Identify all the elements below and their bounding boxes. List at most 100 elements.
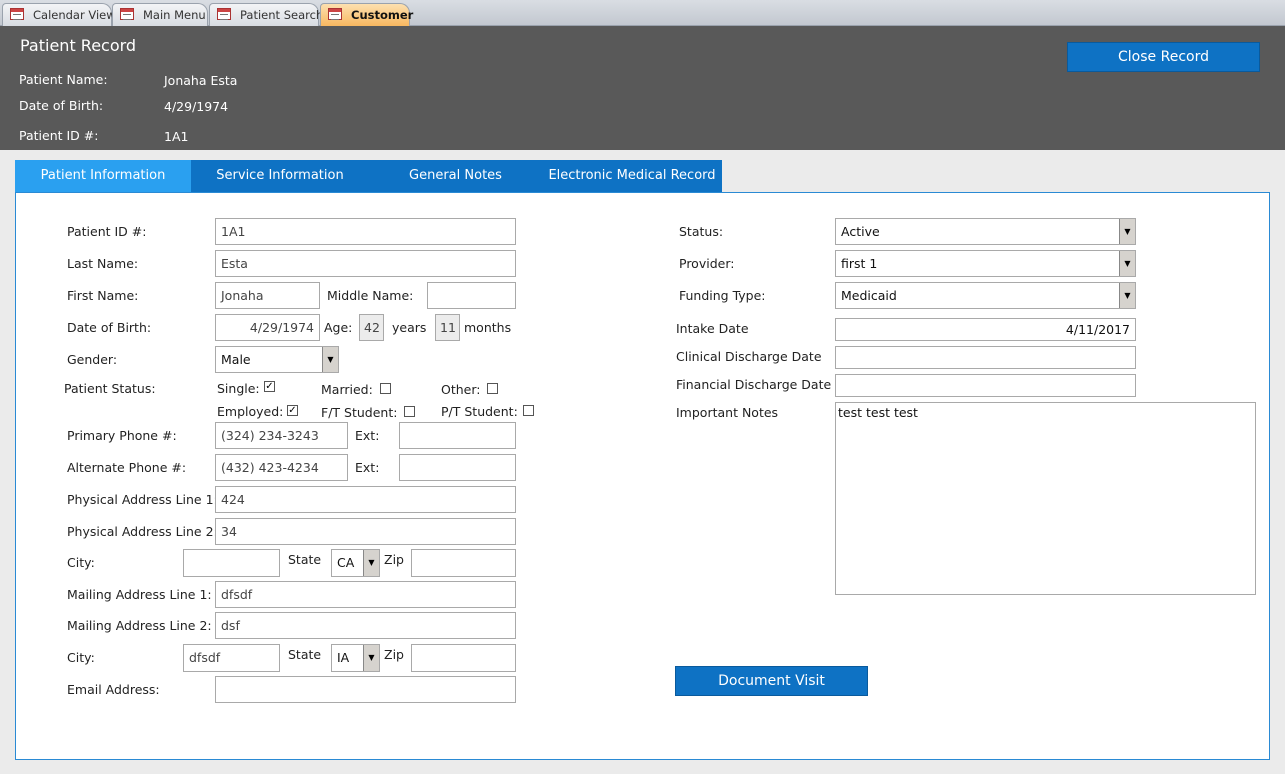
pt-student-checkbox[interactable] xyxy=(523,405,534,416)
other-label: Other: xyxy=(441,382,481,397)
gender-label: Gender: xyxy=(67,352,118,367)
mailing-address-2-label: Mailing Address Line 2: xyxy=(67,618,212,633)
form-icon xyxy=(10,8,24,20)
doc-tab-calendar-view[interactable]: Calendar View xyxy=(2,3,116,26)
gender-value: Male xyxy=(221,352,251,367)
alternate-ext-input[interactable] xyxy=(399,454,516,481)
dropdown-arrow-icon[interactable]: ▼ xyxy=(322,347,338,372)
physical-address-1-label: Physical Address Line 1: xyxy=(67,492,218,507)
dob-label: Date of Birth: xyxy=(67,320,152,335)
important-notes-textarea[interactable]: test test test xyxy=(835,402,1256,595)
zip-label: Zip xyxy=(384,647,404,662)
mailing-address-1-label: Mailing Address Line 1: xyxy=(67,587,212,602)
first-name-input[interactable]: Jonaha xyxy=(215,282,320,309)
financial-discharge-label: Financial Discharge Date xyxy=(676,377,832,392)
city-label: City: xyxy=(67,555,95,570)
doc-tab-customer[interactable]: Customer xyxy=(320,3,414,26)
doc-tab-patient-search[interactable]: Patient Search xyxy=(209,3,323,26)
physical-state-select[interactable]: CA ▼ xyxy=(331,549,380,577)
intake-date-input[interactable]: 4/11/2017 xyxy=(835,318,1136,341)
record-header: Patient Record Patient Name: Jonaha Esta… xyxy=(0,26,1285,150)
funding-value: Medicaid xyxy=(841,288,897,303)
mailing-zip-input[interactable] xyxy=(411,644,516,672)
pt-student-label: P/T Student: xyxy=(441,404,518,419)
physical-city-input[interactable] xyxy=(183,549,280,577)
mailing-city-input[interactable]: dfsdf xyxy=(183,644,280,672)
form-icon xyxy=(120,8,134,20)
form-icon xyxy=(217,8,231,20)
dropdown-arrow-icon[interactable]: ▼ xyxy=(1119,283,1135,308)
tab-label: Customer xyxy=(351,8,414,22)
dropdown-arrow-icon[interactable]: ▼ xyxy=(363,550,379,576)
tab-patient-information[interactable]: Patient Information xyxy=(15,160,191,192)
provider-label: Provider: xyxy=(679,256,735,271)
months-label: months xyxy=(464,320,512,335)
status-select[interactable]: Active ▼ xyxy=(835,218,1136,245)
state-value: CA xyxy=(337,555,355,570)
email-label: Email Address: xyxy=(67,682,160,697)
age-months-value: 11 xyxy=(435,314,460,341)
primary-phone-input[interactable]: (324) 234-3243 xyxy=(215,422,348,449)
patient-id-value: 1A1 xyxy=(164,129,189,144)
patient-id-label: Patient ID #: xyxy=(19,128,99,143)
middle-name-label: Middle Name: xyxy=(327,288,414,303)
email-input[interactable] xyxy=(215,676,516,703)
tab-general-notes[interactable]: General Notes xyxy=(369,160,542,192)
mailing-state-select[interactable]: IA ▼ xyxy=(331,644,380,672)
mailing-address-2-input[interactable]: dsf xyxy=(215,612,516,639)
ext-label: Ext: xyxy=(355,460,380,475)
dob-input[interactable]: 4/29/1974 xyxy=(215,314,320,341)
tab-electronic-medical-record[interactable]: Electronic Medical Record xyxy=(542,160,722,192)
age-label: Age: xyxy=(324,320,353,335)
employed-label: Employed: xyxy=(217,404,284,419)
form-icon xyxy=(328,8,342,20)
dob-label: Date of Birth: xyxy=(19,98,104,113)
primary-ext-input[interactable] xyxy=(399,422,516,449)
alternate-phone-input[interactable]: (432) 423-4234 xyxy=(215,454,348,481)
dob-value: 4/29/1974 xyxy=(164,99,229,114)
funding-type-select[interactable]: Medicaid ▼ xyxy=(835,282,1136,309)
married-checkbox[interactable] xyxy=(380,383,391,394)
ft-student-checkbox[interactable] xyxy=(404,406,415,417)
status-value: Active xyxy=(841,224,880,239)
physical-address-2-input[interactable]: 34 xyxy=(215,518,516,545)
doc-tab-main-menu[interactable]: Main Menu xyxy=(112,3,208,26)
age-years-value: 42 xyxy=(359,314,384,341)
clinical-discharge-label: Clinical Discharge Date xyxy=(676,349,822,364)
employed-checkbox[interactable]: ✓ xyxy=(287,405,298,416)
tab-label: Main Menu xyxy=(143,8,206,22)
financial-discharge-input[interactable] xyxy=(835,374,1136,397)
provider-select[interactable]: first 1 ▼ xyxy=(835,250,1136,277)
clinical-discharge-input[interactable] xyxy=(835,346,1136,369)
physical-zip-input[interactable] xyxy=(411,549,516,577)
city-label: City: xyxy=(67,650,95,665)
state-label: State xyxy=(288,647,322,662)
middle-name-input[interactable] xyxy=(427,282,516,309)
dropdown-arrow-icon[interactable]: ▼ xyxy=(363,645,379,671)
dropdown-arrow-icon[interactable]: ▼ xyxy=(1119,251,1135,276)
other-checkbox[interactable] xyxy=(487,383,498,394)
patient-id-label: Patient ID #: xyxy=(67,224,147,239)
mailing-address-1-input[interactable]: dfsdf xyxy=(215,581,516,608)
last-name-input[interactable]: Esta xyxy=(215,250,516,277)
patient-id-input[interactable]: 1A1 xyxy=(215,218,516,245)
physical-address-1-input[interactable]: 424 xyxy=(215,486,516,513)
state-label: State xyxy=(288,552,322,567)
dropdown-arrow-icon[interactable]: ▼ xyxy=(1119,219,1135,244)
document-visit-button[interactable]: Document Visit xyxy=(675,666,868,696)
patient-status-label: Patient Status: xyxy=(64,381,156,396)
ft-student-label: F/T Student: xyxy=(321,405,398,420)
provider-value: first 1 xyxy=(841,256,878,271)
ext-label: Ext: xyxy=(355,428,380,443)
single-checkbox[interactable]: ✓ xyxy=(264,381,275,392)
tab-service-information[interactable]: Service Information xyxy=(191,160,369,192)
first-name-label: First Name: xyxy=(67,288,139,303)
tab-label: Patient Search xyxy=(240,8,324,22)
important-notes-label: Important Notes xyxy=(676,405,779,420)
close-record-button[interactable]: Close Record xyxy=(1067,42,1260,72)
gender-select[interactable]: Male ▼ xyxy=(215,346,339,373)
state-value: IA xyxy=(337,650,350,665)
patient-name-value: Jonaha Esta xyxy=(164,73,238,88)
patient-name-label: Patient Name: xyxy=(19,72,108,87)
tab-label: Calendar View xyxy=(33,8,116,22)
